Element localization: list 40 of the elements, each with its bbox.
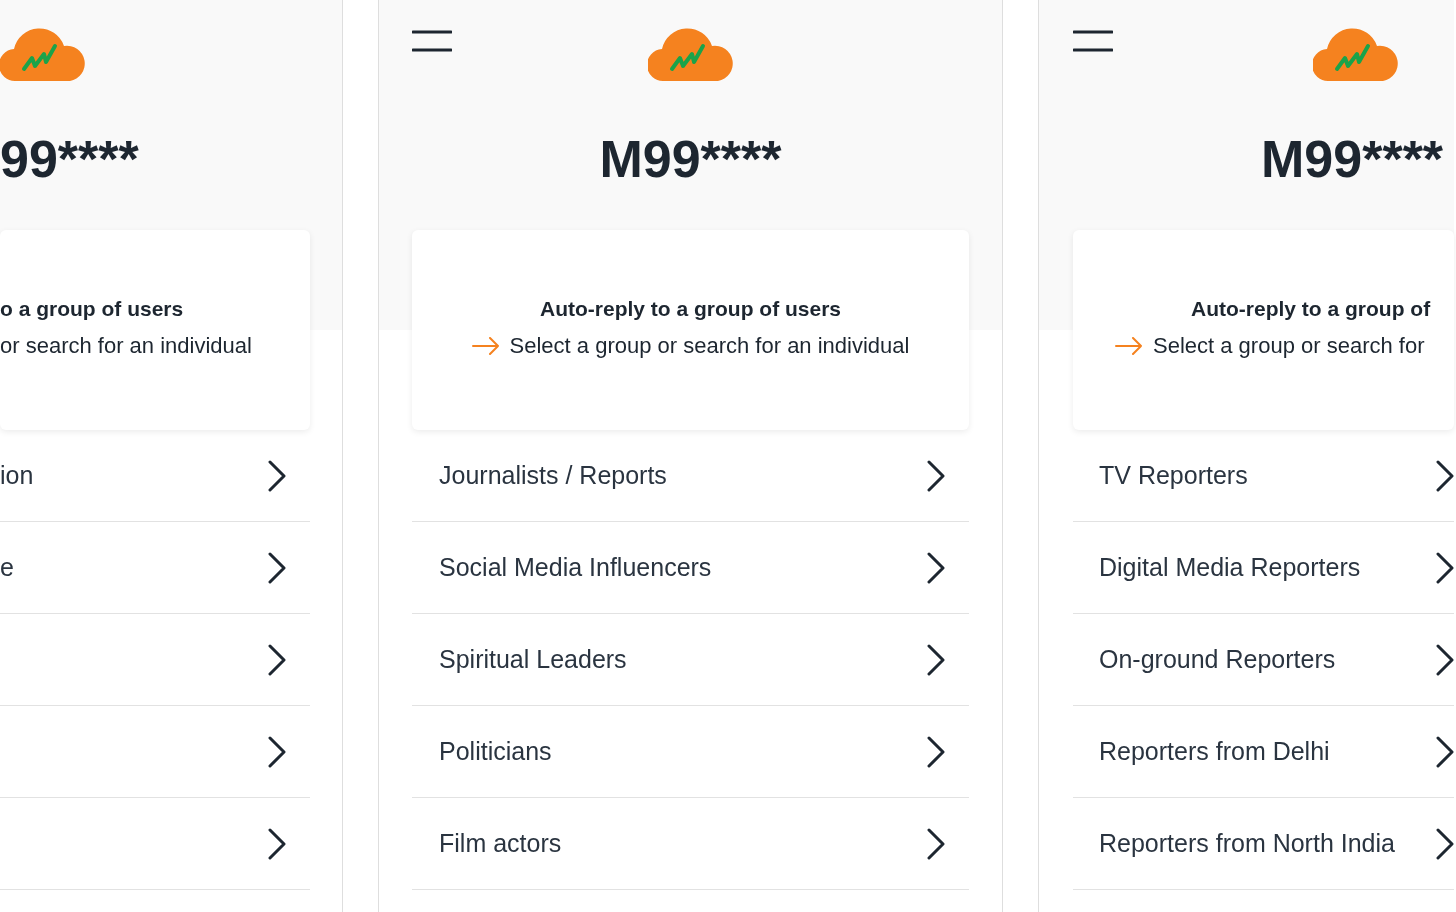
group-list-item[interactable]: Reporters from Delhi	[1073, 706, 1454, 798]
card-hint: Select a group or search for	[1153, 333, 1425, 359]
group-list-item[interactable]: Social Media Influencers	[412, 522, 969, 614]
group-list-item[interactable]: e	[0, 522, 310, 614]
group-list-item[interactable]: Journalists / Reports	[412, 430, 969, 522]
chevron-right-icon	[268, 551, 286, 584]
account-title: 99****	[0, 129, 140, 190]
chevron-right-icon	[927, 827, 945, 860]
chevron-right-icon	[1436, 643, 1454, 676]
card-hint: or search for an individual	[0, 333, 252, 359]
group-list-item[interactable]: Reporters from North India	[1073, 798, 1454, 890]
menu-icon[interactable]	[412, 30, 452, 52]
menu-icon[interactable]	[1073, 30, 1113, 52]
chevron-right-icon	[927, 643, 945, 676]
chevron-right-icon	[1436, 459, 1454, 492]
chevron-right-icon	[268, 735, 286, 768]
account-title: M99****	[598, 129, 783, 190]
chevron-right-icon	[268, 459, 286, 492]
chevron-right-icon	[268, 643, 286, 676]
group-list-item[interactable]: Film actors	[412, 798, 969, 890]
arrow-right-icon	[471, 337, 500, 355]
group-list-item[interactable]: On-ground Reporters	[1073, 614, 1454, 706]
card-heading: Auto-reply to a group of users	[539, 297, 842, 321]
card-heading: o a group of users	[0, 297, 185, 321]
chevron-right-icon	[927, 735, 945, 768]
group-list-item[interactable]: Digital Media Reporters	[1073, 522, 1454, 614]
chevron-right-icon	[927, 551, 945, 584]
group-list-item[interactable]: TV Reporters	[1073, 430, 1454, 522]
group-list-item[interactable]: Spiritual Leaders	[412, 614, 969, 706]
card-heading: Auto-reply to a group of	[1190, 297, 1432, 321]
chevron-right-icon	[268, 827, 286, 860]
group-list-item[interactable]: ion	[0, 430, 310, 522]
chevron-right-icon	[1436, 735, 1454, 768]
chevron-right-icon	[1436, 551, 1454, 584]
arrow-right-icon	[1115, 337, 1143, 355]
card-hint: Select a group or search for an individual	[509, 333, 910, 359]
group-list-item[interactable]: Politicians	[412, 706, 969, 798]
account-title: M99****	[1260, 129, 1445, 190]
chevron-right-icon	[1436, 827, 1454, 860]
chevron-right-icon	[927, 459, 945, 492]
